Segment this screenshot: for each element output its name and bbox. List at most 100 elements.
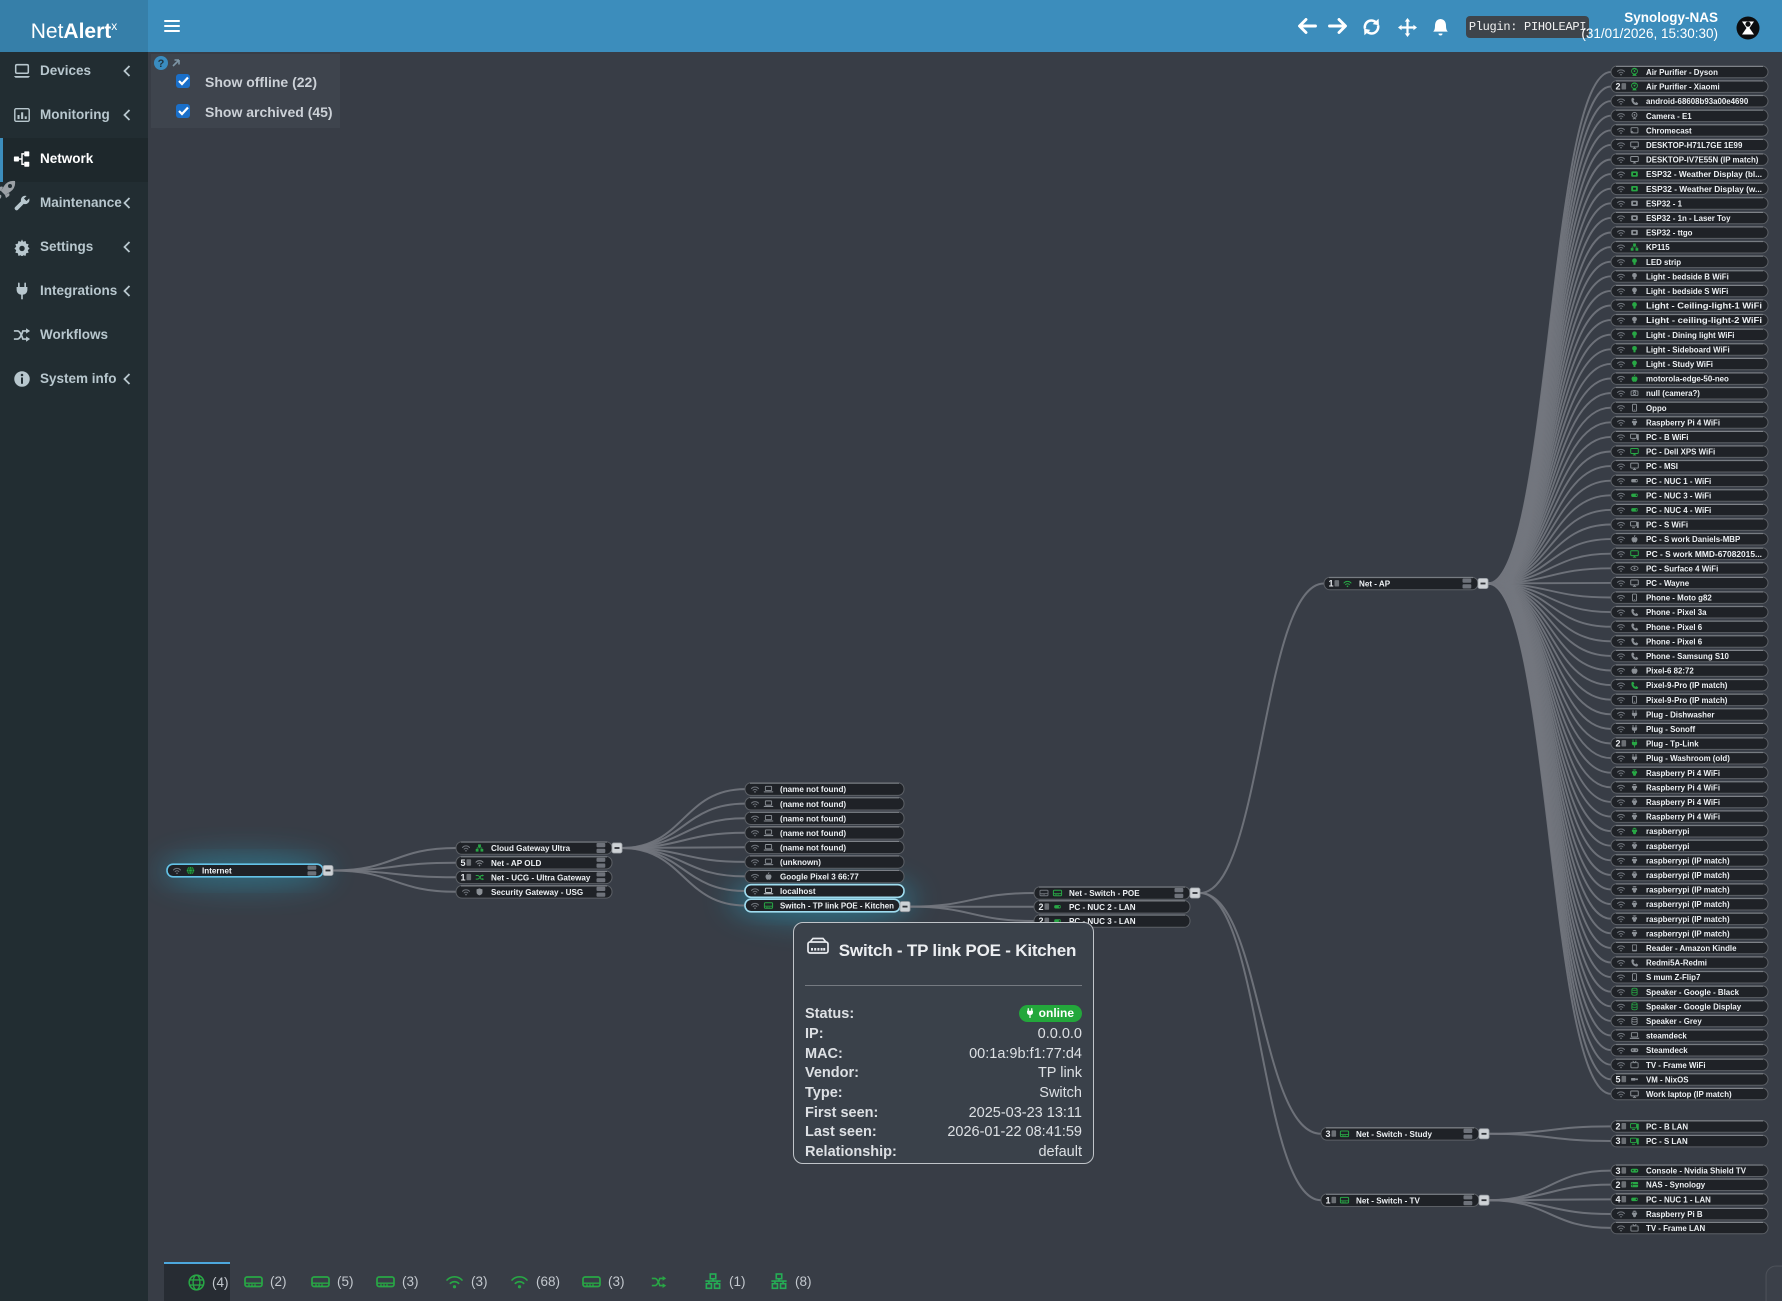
svg-text:Chromecast: Chromecast xyxy=(1646,126,1692,135)
svg-text:raspberrypi (IP match): raspberrypi (IP match) xyxy=(1646,900,1730,909)
svg-text:Phone - Samsung S10: Phone - Samsung S10 xyxy=(1646,652,1729,661)
svg-text:TV - Frame WiFi: TV - Frame WiFi xyxy=(1646,1061,1706,1070)
svg-text:Plug - Dishwasher: Plug - Dishwasher xyxy=(1646,710,1714,719)
svg-text:Phone - Pixel 6: Phone - Pixel 6 xyxy=(1646,623,1703,632)
svg-text:Raspberry Pi 4 WiFi: Raspberry Pi 4 WiFi xyxy=(1646,813,1720,822)
svg-text:PC - S work MMD-67082015...: PC - S work MMD-67082015... xyxy=(1646,550,1762,559)
svg-text:raspberrypi (IP match): raspberrypi (IP match) xyxy=(1646,915,1730,924)
svg-text:PC - S WiFi: PC - S WiFi xyxy=(1646,521,1688,530)
svg-text:PC - NUC 1 - LAN: PC - NUC 1 - LAN xyxy=(1646,1196,1711,1205)
svg-text:android-68608b93a00e4690: android-68608b93a00e4690 xyxy=(1646,97,1749,106)
svg-text:DESKTOP-H71L7GE 1E99: DESKTOP-H71L7GE 1E99 xyxy=(1646,141,1743,150)
svg-text:(name not found): (name not found) xyxy=(780,829,846,838)
svg-text:Plug - Tp-Link: Plug - Tp-Link xyxy=(1646,740,1699,749)
svg-text:PC - Wayne: PC - Wayne xyxy=(1646,579,1690,588)
svg-text:3: 3 xyxy=(1616,1166,1621,1176)
svg-text:PC - NUC 1 - WiFi: PC - NUC 1 - WiFi xyxy=(1646,477,1711,486)
svg-text:Net - Switch - Study: Net - Switch - Study xyxy=(1356,1130,1432,1139)
svg-text:Raspberry Pi B: Raspberry Pi B xyxy=(1646,1210,1703,1219)
svg-text:Camera - E1: Camera - E1 xyxy=(1646,112,1692,121)
svg-text:PC - Surface 4 WiFi: PC - Surface 4 WiFi xyxy=(1646,564,1718,573)
svg-text:Google Pixel 3 66:77: Google Pixel 3 66:77 xyxy=(780,873,859,882)
svg-text:Raspberry Pi 4 WiFi: Raspberry Pi 4 WiFi xyxy=(1646,783,1720,792)
svg-text:null (camera?): null (camera?) xyxy=(1646,389,1700,398)
svg-text:Speaker - Grey: Speaker - Grey xyxy=(1646,1017,1702,1026)
svg-text:raspberrypi (IP match): raspberrypi (IP match) xyxy=(1646,856,1730,865)
svg-text:Phone - Pixel 6: Phone - Pixel 6 xyxy=(1646,637,1703,646)
svg-text:(name not found): (name not found) xyxy=(780,800,846,809)
svg-text:3: 3 xyxy=(1326,1129,1331,1139)
svg-text:Security Gateway - USG: Security Gateway - USG xyxy=(491,888,583,897)
svg-text:Light - Sideboard WiFi: Light - Sideboard WiFi xyxy=(1646,345,1730,354)
svg-text:KP115: KP115 xyxy=(1646,243,1670,252)
svg-text:NAS - Synology: NAS - Synology xyxy=(1646,1181,1706,1190)
svg-text:ESP32 - ttgo: ESP32 - ttgo xyxy=(1646,229,1693,238)
svg-text:(name not found): (name not found) xyxy=(780,814,846,823)
svg-text:Redmi5A-Redmi: Redmi5A-Redmi xyxy=(1646,959,1707,968)
svg-text:raspberrypi (IP match): raspberrypi (IP match) xyxy=(1646,871,1730,880)
svg-text:2: 2 xyxy=(1616,82,1621,92)
svg-text:Net - Switch - TV: Net - Switch - TV xyxy=(1356,1196,1420,1205)
svg-text:raspberrypi (IP match): raspberrypi (IP match) xyxy=(1646,929,1730,938)
svg-text:Speaker - Google Display: Speaker - Google Display xyxy=(1646,1002,1742,1011)
svg-text:raspberrypi: raspberrypi xyxy=(1646,842,1689,851)
svg-text:ESP32 - 1: ESP32 - 1 xyxy=(1646,199,1683,208)
svg-text:Light - Study WiFi: Light - Study WiFi xyxy=(1646,360,1713,369)
svg-text:Net - AP: Net - AP xyxy=(1359,580,1391,589)
svg-text:Reader - Amazon Kindle: Reader - Amazon Kindle xyxy=(1646,944,1737,953)
svg-text:1: 1 xyxy=(1326,1195,1331,1205)
svg-text:localhost: localhost xyxy=(780,887,816,896)
svg-text:Raspberry Pi 4 WiFi: Raspberry Pi 4 WiFi xyxy=(1646,769,1720,778)
svg-text:Work laptop (IP match): Work laptop (IP match) xyxy=(1646,1090,1732,1099)
svg-text:PC - S LAN: PC - S LAN xyxy=(1646,1137,1688,1146)
svg-text:PC - MSI: PC - MSI xyxy=(1646,462,1678,471)
svg-text:2: 2 xyxy=(1039,902,1044,912)
svg-text:4: 4 xyxy=(1616,1195,1621,1205)
svg-text:2: 2 xyxy=(1616,1122,1621,1132)
svg-text:PC - B WiFi: PC - B WiFi xyxy=(1646,433,1688,442)
svg-text:Air Purifier - Xiaomi: Air Purifier - Xiaomi xyxy=(1646,83,1720,92)
svg-text:2: 2 xyxy=(1616,739,1621,749)
svg-text:Plug - Sonoff: Plug - Sonoff xyxy=(1646,725,1695,734)
svg-text:Cloud Gateway Ultra: Cloud Gateway Ultra xyxy=(491,844,571,853)
svg-text:Air Purifier - Dyson: Air Purifier - Dyson xyxy=(1646,68,1718,77)
svg-text:steamdeck: steamdeck xyxy=(1646,1032,1687,1041)
svg-text:TV - Frame LAN: TV - Frame LAN xyxy=(1646,1224,1705,1233)
svg-text:VM - NixOS: VM - NixOS xyxy=(1646,1075,1689,1084)
svg-text:Light - bedside B WiFi: Light - bedside B WiFi xyxy=(1646,272,1729,281)
svg-text:1: 1 xyxy=(1329,579,1334,589)
svg-text:Light - Dining light WiFi: Light - Dining light WiFi xyxy=(1646,331,1734,340)
svg-text:Oppo: Oppo xyxy=(1646,404,1667,413)
svg-text:Phone - Moto g82: Phone - Moto g82 xyxy=(1646,594,1712,603)
svg-text:ESP32 - 1n - Laser Toy: ESP32 - 1n - Laser Toy xyxy=(1646,214,1731,223)
svg-text:ESP32 - Weather Display (w...: ESP32 - Weather Display (w... xyxy=(1646,185,1762,194)
svg-text:PC - NUC 2 - LAN: PC - NUC 2 - LAN xyxy=(1069,903,1136,912)
svg-text:PC - S work Daniels-MBP: PC - S work Daniels-MBP xyxy=(1646,535,1740,544)
svg-text:S mum Z-Flip7: S mum Z-Flip7 xyxy=(1646,973,1701,982)
svg-text:Plug - Washroom (old): Plug - Washroom (old) xyxy=(1646,754,1730,763)
svg-text:Net - AP OLD: Net - AP OLD xyxy=(491,859,542,868)
svg-text:5: 5 xyxy=(1616,1075,1621,1085)
svg-text:motorola-edge-50-neo: motorola-edge-50-neo xyxy=(1646,375,1729,384)
svg-text:?: ? xyxy=(158,58,165,70)
svg-text:DESKTOP-IV7E55N (IP match): DESKTOP-IV7E55N (IP match) xyxy=(1646,156,1759,165)
svg-text:Light - ceiling-light-2 WiFi: Light - ceiling-light-2 WiFi xyxy=(1646,316,1762,325)
svg-text:Pixel-6 82:72: Pixel-6 82:72 xyxy=(1646,667,1694,676)
svg-text:Raspberry Pi 4 WiFi: Raspberry Pi 4 WiFi xyxy=(1646,798,1720,807)
svg-text:5: 5 xyxy=(461,858,466,868)
svg-text:Raspberry Pi 4 WiFi: Raspberry Pi 4 WiFi xyxy=(1646,418,1720,427)
svg-text:3: 3 xyxy=(1616,1136,1621,1146)
svg-text:Switch - TP link POE - Kitchen: Switch - TP link POE - Kitchen xyxy=(780,902,894,911)
svg-text:raspberrypi: raspberrypi xyxy=(1646,827,1689,836)
svg-text:Steamdeck: Steamdeck xyxy=(1646,1046,1688,1055)
svg-text:Console - Nvidia Shield TV: Console - Nvidia Shield TV xyxy=(1646,1167,1747,1176)
svg-text:Speaker - Google - Black: Speaker - Google - Black xyxy=(1646,988,1740,997)
svg-text:Light - bedside S WiFi: Light - bedside S WiFi xyxy=(1646,287,1728,296)
svg-text:Net - UCG - Ultra Gateway: Net - UCG - Ultra Gateway xyxy=(491,873,591,882)
svg-text:2: 2 xyxy=(1616,1180,1621,1190)
svg-text:Phone - Pixel 3a: Phone - Pixel 3a xyxy=(1646,608,1707,617)
svg-text:PC - B LAN: PC - B LAN xyxy=(1646,1123,1688,1132)
svg-text:Pixel-9-Pro (IP match): Pixel-9-Pro (IP match) xyxy=(1646,681,1728,690)
svg-text:Net - Switch - POE: Net - Switch - POE xyxy=(1069,889,1140,898)
svg-text:PC - NUC 3 - WiFi: PC - NUC 3 - WiFi xyxy=(1646,491,1711,500)
